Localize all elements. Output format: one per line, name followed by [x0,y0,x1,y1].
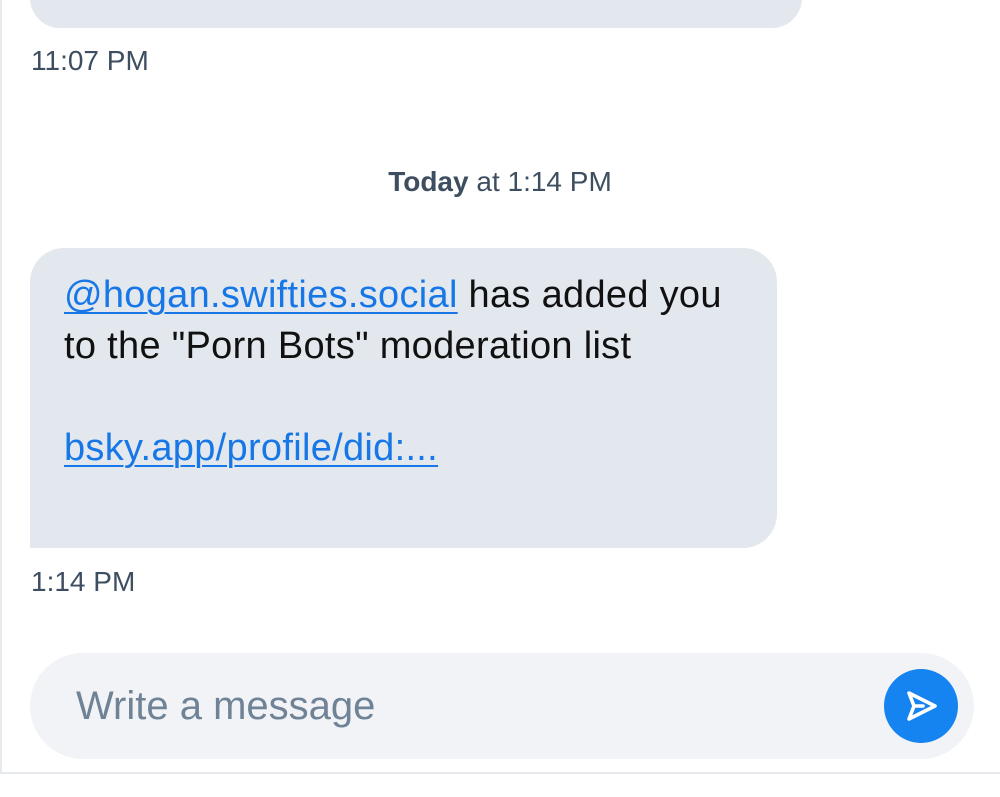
message-bubble: @hogan.swifties.social has added you to … [30,248,777,548]
message-timestamp: 1:14 PM [31,566,136,597]
chat-screen: 11:07 PM Today at 1:14 PM @hogan.swiftie… [0,0,1000,797]
left-border [0,0,2,772]
previous-message-bubble [30,0,802,28]
day-separator-day: Today [388,166,469,197]
send-button[interactable] [884,669,958,743]
bottom-divider [0,772,1000,774]
previous-message-timestamp: 11:07 PM [31,45,149,76]
mention-link[interactable]: @hogan.swifties.social [64,274,458,316]
profile-link[interactable]: bsky.app/profile/did:... [64,427,438,469]
day-separator-time: at 1:14 PM [468,166,612,197]
message-input[interactable] [76,653,856,759]
day-separator: Today at 1:14 PM [0,166,1000,198]
send-icon [907,691,937,721]
message-text: @hogan.swifties.social has added you to … [64,270,747,372]
message-composer [30,653,974,759]
